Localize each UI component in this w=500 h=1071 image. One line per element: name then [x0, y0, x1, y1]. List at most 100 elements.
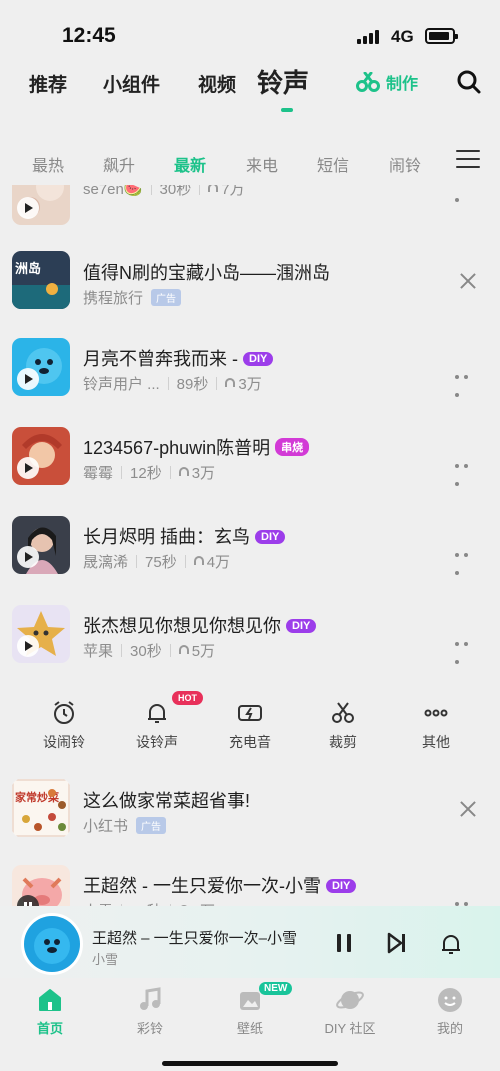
set-ringtone-bell-icon[interactable]: [439, 932, 463, 956]
hot-badge: HOT: [172, 691, 203, 705]
ringtone-duration: 89秒: [176, 376, 209, 393]
set-alarm-label: 设闹铃: [43, 734, 85, 750]
headphone-icon: [178, 467, 189, 476]
ad-label: 广告: [136, 817, 167, 834]
ringtone-thumbnail: [12, 865, 70, 910]
nav-diy-community-label: DIY 社区: [324, 1021, 376, 1036]
trim-button[interactable]: 裁剪: [303, 700, 383, 752]
next-track-icon[interactable]: [386, 932, 408, 954]
player-artist: 小雪: [92, 952, 119, 967]
headphone-icon: [193, 556, 204, 565]
ringtone-author: 苹果: [83, 643, 114, 660]
search-icon[interactable]: [456, 69, 482, 95]
ad-thumbnail: 洲岛: [12, 251, 70, 309]
profile-icon: [438, 988, 462, 1012]
ad-thumbnail: 家常炒菜: [12, 779, 70, 837]
nav-color-ring-label: 彩铃: [136, 1021, 163, 1036]
more-dots-icon: [424, 709, 448, 717]
nav-profile-label: 我的: [436, 1021, 463, 1036]
close-ad-icon[interactable]: [459, 272, 477, 290]
make-label: 制作: [386, 76, 419, 93]
play-count: 4万: [206, 554, 231, 571]
ad-title: 这么做家常菜超省事!: [83, 791, 251, 811]
ringtone-duration: 30秒: [130, 643, 162, 660]
tab-recommend[interactable]: 推荐: [29, 70, 67, 97]
headphone-icon: [178, 645, 189, 654]
ringtone-duration: 75秒: [145, 554, 177, 571]
make-button[interactable]: 制作: [356, 70, 418, 94]
more-options-icon[interactable]: [455, 544, 481, 575]
tab-widgets[interactable]: 小组件: [103, 70, 160, 97]
play-icon[interactable]: [17, 546, 39, 568]
play-icon[interactable]: [17, 635, 39, 657]
ad-item[interactable]: 洲岛 值得N刷的宝藏小岛——涠洲岛 携程旅行 广告: [0, 251, 500, 321]
ringtone-author: 霉霉: [83, 465, 114, 482]
ad-thumb-text: 洲岛: [15, 261, 41, 277]
nav-diy-community[interactable]: DIY 社区: [305, 986, 395, 1037]
more-options-icon[interactable]: [455, 366, 481, 397]
list-item[interactable]: se7en🍉 30秒 7万: [0, 185, 500, 237]
tab-video[interactable]: 视频: [198, 70, 236, 97]
ad-item[interactable]: 家常炒菜 这么做家常菜超省事! 小红书 广告: [0, 779, 500, 849]
play-icon[interactable]: [17, 197, 39, 219]
ringtone-title: 张杰想见你想见你想见你 DIY: [83, 612, 317, 638]
planet-icon: [336, 991, 364, 1009]
tab-rising[interactable]: 飙升: [103, 152, 135, 176]
pause-icon[interactable]: [334, 932, 354, 954]
tab-newest[interactable]: 最新: [174, 152, 206, 176]
ringtone-author: 铃声用户 ...: [83, 376, 160, 393]
nav-profile[interactable]: 我的: [405, 986, 495, 1037]
active-tab-indicator: [281, 108, 293, 112]
bottom-nav: 首页 彩铃 壁纸 DIY 社区 我的: [0, 978, 500, 1048]
ringtone-title: 月亮不曾奔我而来 - DIY: [83, 345, 274, 371]
tab-alarm[interactable]: 闹铃: [389, 152, 421, 176]
nav-home-label: 首页: [36, 1021, 63, 1036]
more-options-icon[interactable]: [455, 633, 481, 664]
more-options-icon[interactable]: [455, 893, 481, 906]
headphone-icon: [225, 378, 236, 387]
other-button[interactable]: 其他: [396, 700, 476, 752]
ringtone-title: 王超然 - 一生只爱你一次-小雪 DIY: [83, 872, 357, 898]
charging-sound-button[interactable]: 充电音: [210, 700, 290, 752]
list-item[interactable]: 1234567-phuwin陈普明 串烧 霉霉 12秒 3万: [0, 427, 500, 497]
trim-label: 裁剪: [329, 734, 357, 750]
list-item[interactable]: 王超然 - 一生只爱你一次-小雪DIY 小雪 35秒 3万: [0, 865, 500, 910]
list-item[interactable]: 长月烬明 插曲：玄鸟 DIY 晟漓浠 75秒 4万: [0, 516, 500, 586]
diy-badge: DIY: [255, 530, 286, 544]
set-ringtone-button[interactable]: 设铃声: [117, 700, 197, 752]
play-icon[interactable]: [17, 457, 39, 479]
ad-title: 值得N刷的宝藏小岛——涠洲岛: [83, 263, 330, 283]
ringtone-meta: 霉霉 12秒 3万: [83, 462, 215, 483]
play-count: 7万: [221, 185, 245, 198]
set-alarm-button[interactable]: 设闹铃: [24, 700, 104, 752]
home-icon: [39, 989, 61, 1011]
list-item[interactable]: 张杰想见你想见你想见你 DIY 苹果 30秒 5万: [0, 605, 500, 675]
set-ringtone-label: 设铃声: [136, 734, 178, 750]
list-item[interactable]: 月亮不曾奔我而来 - DIY 铃声用户 ... 89秒 3万: [0, 338, 500, 408]
battery-icon: [425, 28, 458, 44]
player-cover: [21, 913, 83, 975]
tab-sms[interactable]: 短信: [317, 152, 349, 176]
play-count: 5万: [191, 643, 216, 660]
nav-color-ring[interactable]: 彩铃: [105, 986, 195, 1037]
charging-sound-label: 充电音: [229, 734, 271, 750]
ringtone-duration: 30秒: [159, 185, 192, 198]
close-ad-icon[interactable]: [459, 800, 477, 818]
tab-ringtone[interactable]: 铃声: [257, 63, 309, 100]
scissors-icon: [356, 72, 380, 92]
play-icon[interactable]: [17, 368, 39, 390]
ringtone-thumbnail: [12, 427, 70, 485]
category-menu-icon[interactable]: [456, 150, 480, 170]
ringtone-list: se7en🍉 30秒 7万 洲岛 值得N刷的宝藏小岛——涠洲岛 携程旅行 广告 …: [0, 185, 500, 910]
ringtone-thumbnail: [12, 185, 70, 225]
signal-icon: [357, 30, 379, 44]
top-nav: 推荐 小组件 视频 铃声: [0, 60, 500, 110]
mini-player[interactable]: 王超然 – 一生只爱你一次–小雪 小雪: [0, 906, 500, 978]
tab-hottest[interactable]: 最热: [32, 152, 64, 176]
more-options-icon[interactable]: [455, 455, 481, 486]
ringtone-title: 1234567-phuwin陈普明 串烧: [83, 434, 310, 460]
nav-home[interactable]: 首页: [5, 986, 95, 1037]
ad-meta: 携程旅行 广告: [83, 287, 182, 308]
tab-incoming-call[interactable]: 来电: [246, 152, 278, 176]
battery-charge-icon: [238, 705, 262, 721]
